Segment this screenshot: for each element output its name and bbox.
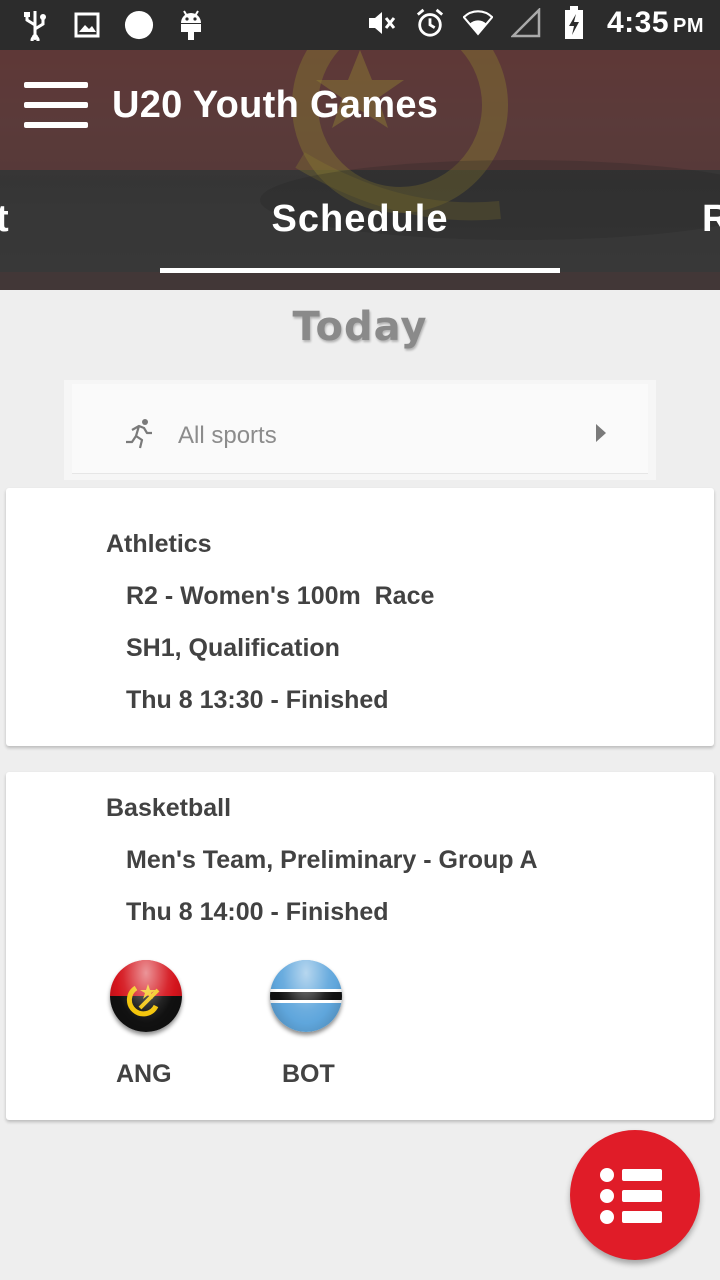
team-code: BOT [282, 1060, 335, 1088]
event-time-status: Thu 8 14:00 - Finished [126, 898, 389, 926]
status-bar: 4:35 PM [0, 0, 720, 50]
section-title: Today [292, 304, 428, 350]
hamburger-menu-icon[interactable] [24, 82, 88, 130]
event-card[interactable]: Basketball Men's Team, Preliminary - Gro… [6, 772, 714, 1120]
running-icon [124, 418, 156, 450]
event-name: Men's Team, Preliminary - Group A [126, 846, 538, 874]
team-code: ANG [116, 1060, 172, 1088]
tab-previous[interactable]: t [0, 198, 10, 241]
angola-flag-icon [110, 960, 182, 1032]
tab-indicator [160, 268, 560, 273]
circle-icon [124, 8, 154, 42]
tab-schedule[interactable]: Schedule [160, 198, 560, 241]
status-time: 4:35 PM [606, 6, 704, 39]
event-card[interactable]: Athletics R2 - Women's 100m Race SH1, Qu… [6, 488, 714, 746]
image-icon [72, 8, 102, 42]
botswana-flag-icon [270, 960, 342, 1032]
usb-icon [20, 8, 50, 42]
event-sport: Athletics [106, 530, 212, 558]
tab-next[interactable]: R [702, 198, 720, 241]
filter-label: All sports [178, 422, 277, 449]
android-icon [176, 8, 206, 42]
list-fab-button[interactable] [570, 1130, 700, 1260]
alarm-icon [415, 6, 445, 40]
list-icon [600, 1168, 662, 1224]
signal-icon [510, 6, 541, 40]
event-phase: SH1, Qualification [126, 634, 340, 662]
battery-charging-icon [559, 6, 589, 40]
app-title: U20 Youth Games [112, 84, 439, 126]
event-sport: Basketball [106, 794, 232, 822]
chevron-right-icon [596, 424, 606, 442]
event-time-status: Thu 8 13:30 - Finished [126, 686, 389, 714]
wifi-icon [462, 6, 493, 40]
sport-filter[interactable]: All sports [64, 380, 656, 480]
event-name: R2 - Women's 100m Race [126, 582, 435, 610]
mute-icon [367, 6, 397, 40]
app-bar: U20 Youth Games t Schedule R [0, 50, 720, 290]
